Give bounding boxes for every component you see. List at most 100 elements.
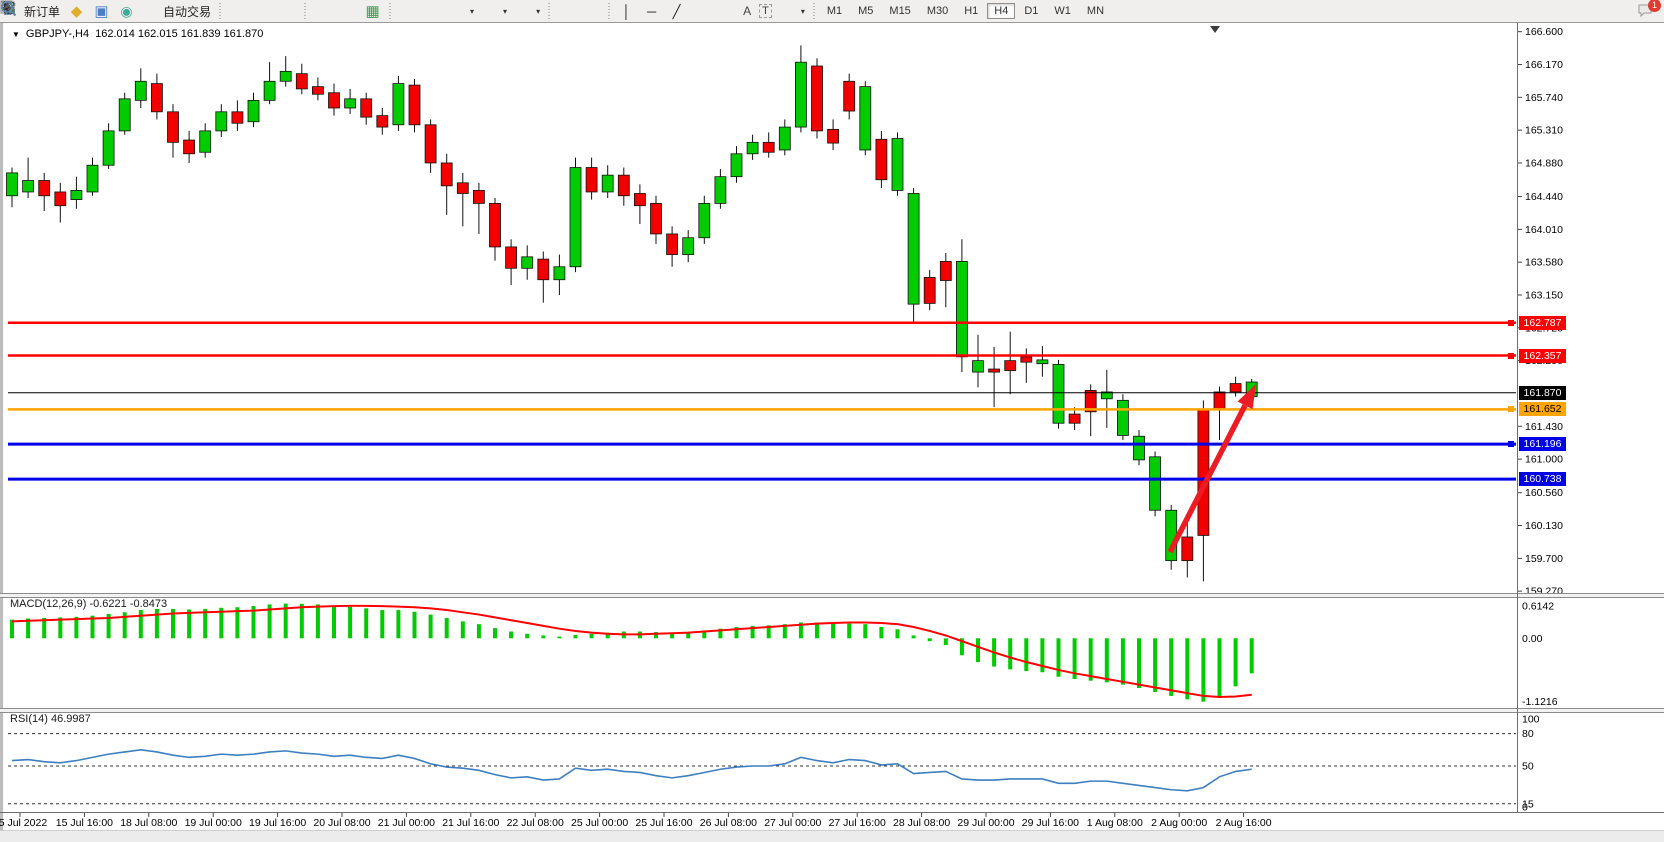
zoom-out-button[interactable] (335, 1, 360, 21)
macd-histogram-bar (332, 606, 336, 639)
channel-icon: E (693, 3, 710, 20)
vertical-line-tool[interactable]: │ (614, 1, 639, 21)
candle-down (441, 163, 452, 186)
candle-down (425, 125, 436, 163)
macd-histogram-bar (10, 620, 14, 639)
notifications-button[interactable]: 1 (1637, 3, 1654, 20)
label-tool[interactable]: T (755, 1, 776, 21)
candle-up (280, 71, 291, 81)
pane-splitter-macd[interactable] (0, 593, 1664, 598)
crosshair-icon (583, 3, 600, 20)
candle-down (232, 112, 243, 123)
line-anchor-marker[interactable] (1508, 320, 1514, 326)
price-tick-label: 161.000 (1525, 454, 1563, 466)
candle-up (554, 267, 565, 280)
candle-down (490, 203, 501, 247)
periods-button[interactable]: ▾ (478, 1, 511, 21)
candle-up (103, 131, 114, 165)
candle-down (1021, 357, 1032, 362)
line-chart-mode-button[interactable] (275, 1, 300, 21)
bar-chart-mode-button[interactable] (225, 1, 250, 21)
candle-up (1053, 364, 1064, 423)
chart-shift-button[interactable] (420, 1, 445, 21)
time-label: 18 Jul 08:00 (120, 817, 177, 829)
tab-timeframe-m30[interactable]: M30 (920, 3, 955, 19)
tab-timeframe-h4[interactable]: H4 (987, 3, 1015, 19)
tab-timeframe-d1[interactable]: D1 (1017, 3, 1045, 19)
candle-up (1117, 400, 1128, 435)
tile-windows-button[interactable]: ▦ (360, 1, 385, 21)
autotrade-button[interactable]: 自动交易 (139, 1, 215, 21)
candle-up (1134, 436, 1145, 460)
time-label: 25 Jul 00:00 (571, 817, 628, 829)
price-badge: 162.357 (1519, 349, 1566, 363)
crosshair-tool-button[interactable] (579, 1, 604, 21)
candle-up (216, 112, 227, 131)
candle-down (1069, 414, 1080, 423)
trendline-tool[interactable]: ╱ (664, 1, 689, 21)
open-charts-button[interactable]: ▣ (89, 1, 114, 21)
cursor-icon (558, 3, 575, 20)
candle-down (506, 247, 517, 268)
candle-down (457, 183, 468, 194)
auto-scroll-button[interactable] (395, 1, 420, 21)
candlestick-mode-button[interactable] (250, 1, 275, 21)
line-chart-icon (279, 3, 296, 20)
fibonacci-tool[interactable]: F (714, 1, 739, 21)
cursor-tool-button[interactable] (554, 1, 579, 21)
candle-down (828, 129, 839, 143)
toolbar: 新订单 ◆ ▣ ◉ 自动交易 (0, 0, 1664, 23)
tab-timeframe-w1[interactable]: W1 (1047, 3, 1078, 19)
chart-window[interactable]: ▼ GBPJPY-,H4 162.014 162.015 161.839 161… (0, 23, 1664, 842)
channel-tool[interactable]: E (689, 1, 714, 21)
candle-down (763, 142, 774, 152)
line-anchor-marker[interactable] (1508, 406, 1514, 412)
time-label: 27 Jul 16:00 (829, 817, 886, 829)
candle-down (473, 190, 484, 203)
search-icon[interactable] (1606, 3, 1623, 20)
macd-scale-label: 0.00 (1522, 633, 1543, 645)
signals-button[interactable]: ◉ (114, 1, 139, 21)
macd-histogram-bar (525, 634, 529, 639)
tab-timeframe-h1[interactable]: H1 (957, 3, 985, 19)
candle-down (618, 175, 629, 196)
macd-histogram-bar (541, 635, 545, 638)
macd-histogram-bar (493, 628, 497, 638)
macd-signal-line (12, 606, 1252, 697)
candle-down (844, 81, 855, 111)
rsi-scale-label: 50 (1522, 761, 1534, 773)
time-label: 1 Aug 08:00 (1087, 817, 1143, 829)
history-center-button[interactable]: ◆ (64, 1, 89, 21)
horizontal-line-tool[interactable]: ─ (639, 1, 664, 21)
macd-histogram-bar (364, 608, 368, 638)
price-tick-label: 160.130 (1525, 520, 1563, 532)
arrows-tool[interactable]: ▾ (776, 1, 809, 21)
add-indicator-button[interactable]: ▾ (445, 1, 478, 21)
macd-label: MACD(12,26,9) -0.6221 -0.8473 (10, 598, 167, 610)
price-badge: 162.787 (1519, 316, 1566, 330)
candle-down (924, 277, 935, 303)
candle-down (667, 234, 678, 255)
macd-histogram-bar (912, 635, 916, 638)
time-label: 15 Jul 2022 (0, 817, 47, 829)
candle-up (248, 100, 259, 121)
macd-histogram-bar (1121, 638, 1125, 684)
text-tool[interactable]: A (739, 1, 755, 21)
zoom-in-icon (314, 3, 331, 20)
tab-timeframe-mn[interactable]: MN (1080, 3, 1111, 19)
pane-splitter-rsi[interactable] (0, 708, 1664, 713)
time-label: 2 Aug 00:00 (1151, 817, 1207, 829)
candle-down (812, 66, 823, 131)
tab-timeframe-m15[interactable]: M15 (882, 3, 917, 19)
zoom-in-button[interactable] (310, 1, 335, 21)
templates-button[interactable]: ▾ (511, 1, 544, 21)
toolbar-grip (217, 3, 223, 19)
history-diamond-icon: ◆ (68, 3, 85, 20)
chart-canvas[interactable]: 166.600166.170165.740165.310164.880164.4… (0, 23, 1664, 842)
tab-timeframe-m5[interactable]: M5 (851, 3, 880, 19)
line-anchor-marker[interactable] (1508, 441, 1514, 447)
candle-up (779, 127, 790, 150)
candle-up (200, 131, 211, 152)
line-anchor-marker[interactable] (1508, 353, 1514, 359)
tab-timeframe-m1[interactable]: M1 (820, 3, 849, 19)
